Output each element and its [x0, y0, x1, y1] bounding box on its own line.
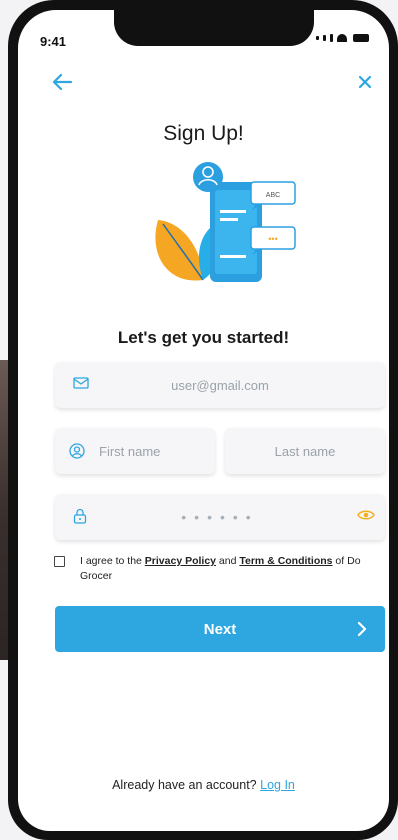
next-button[interactable]: Next: [55, 606, 385, 652]
login-link[interactable]: Log In: [260, 778, 295, 792]
phone-frame: 9:41 Sign Up! ABC ••• Let's get you star…: [8, 0, 398, 840]
last-name-field[interactable]: Last name: [225, 428, 385, 474]
password-masked-value: ••••••: [181, 509, 259, 525]
email-field[interactable]: user@gmail.com: [55, 362, 385, 408]
signal-bar: [330, 34, 333, 42]
signal-bar: [323, 35, 326, 41]
login-prompt: Already have an account? Log In: [18, 778, 389, 792]
agree-checkbox[interactable]: [54, 556, 65, 567]
illustration-line: [220, 255, 246, 258]
next-button-label: Next: [203, 620, 237, 638]
page-subtitle: Let's get you started!: [117, 328, 290, 347]
first-name-placeholder: First name: [99, 443, 161, 459]
status-icons: [316, 34, 369, 42]
eye-icon[interactable]: [357, 509, 375, 521]
signal-icon: [316, 36, 319, 40]
phone-notch: [114, 10, 314, 46]
signup-illustration: ABC •••: [155, 162, 296, 282]
chevron-right-icon: [357, 621, 367, 637]
wifi-icon: [337, 34, 347, 42]
back-button[interactable]: [48, 68, 76, 96]
agree-prefix: I agree to the: [80, 555, 145, 567]
illustration-line: [220, 210, 246, 213]
password-field[interactable]: ••••••: [55, 494, 385, 540]
bubble-2-text: •••: [268, 234, 277, 244]
user-icon: [69, 443, 85, 459]
bubble-1-text: ABC: [266, 192, 280, 199]
close-button[interactable]: [351, 68, 379, 96]
terms-conditions-link[interactable]: Term & Conditions: [239, 555, 332, 567]
privacy-policy-link[interactable]: Privacy Policy: [145, 555, 216, 567]
terms-agreement: I agree to the Privacy Policy and Term &…: [54, 554, 389, 584]
agree-mid: and: [216, 555, 240, 567]
arrow-left-icon: [52, 73, 73, 91]
email-placeholder: user@gmail.com: [171, 377, 269, 393]
app-screen: 9:41 Sign Up! ABC ••• Let's get you star…: [18, 10, 389, 831]
close-icon: [358, 75, 372, 89]
status-time: 9:41: [40, 34, 67, 49]
leaf-orange: [155, 220, 203, 281]
login-prompt-text: Already have an account?: [112, 778, 261, 792]
first-name-field[interactable]: First name: [55, 428, 215, 474]
illustration-line: [220, 218, 238, 221]
battery-icon: [353, 34, 369, 42]
page-title: Sign Up!: [163, 122, 244, 145]
last-name-placeholder: Last name: [274, 443, 336, 459]
